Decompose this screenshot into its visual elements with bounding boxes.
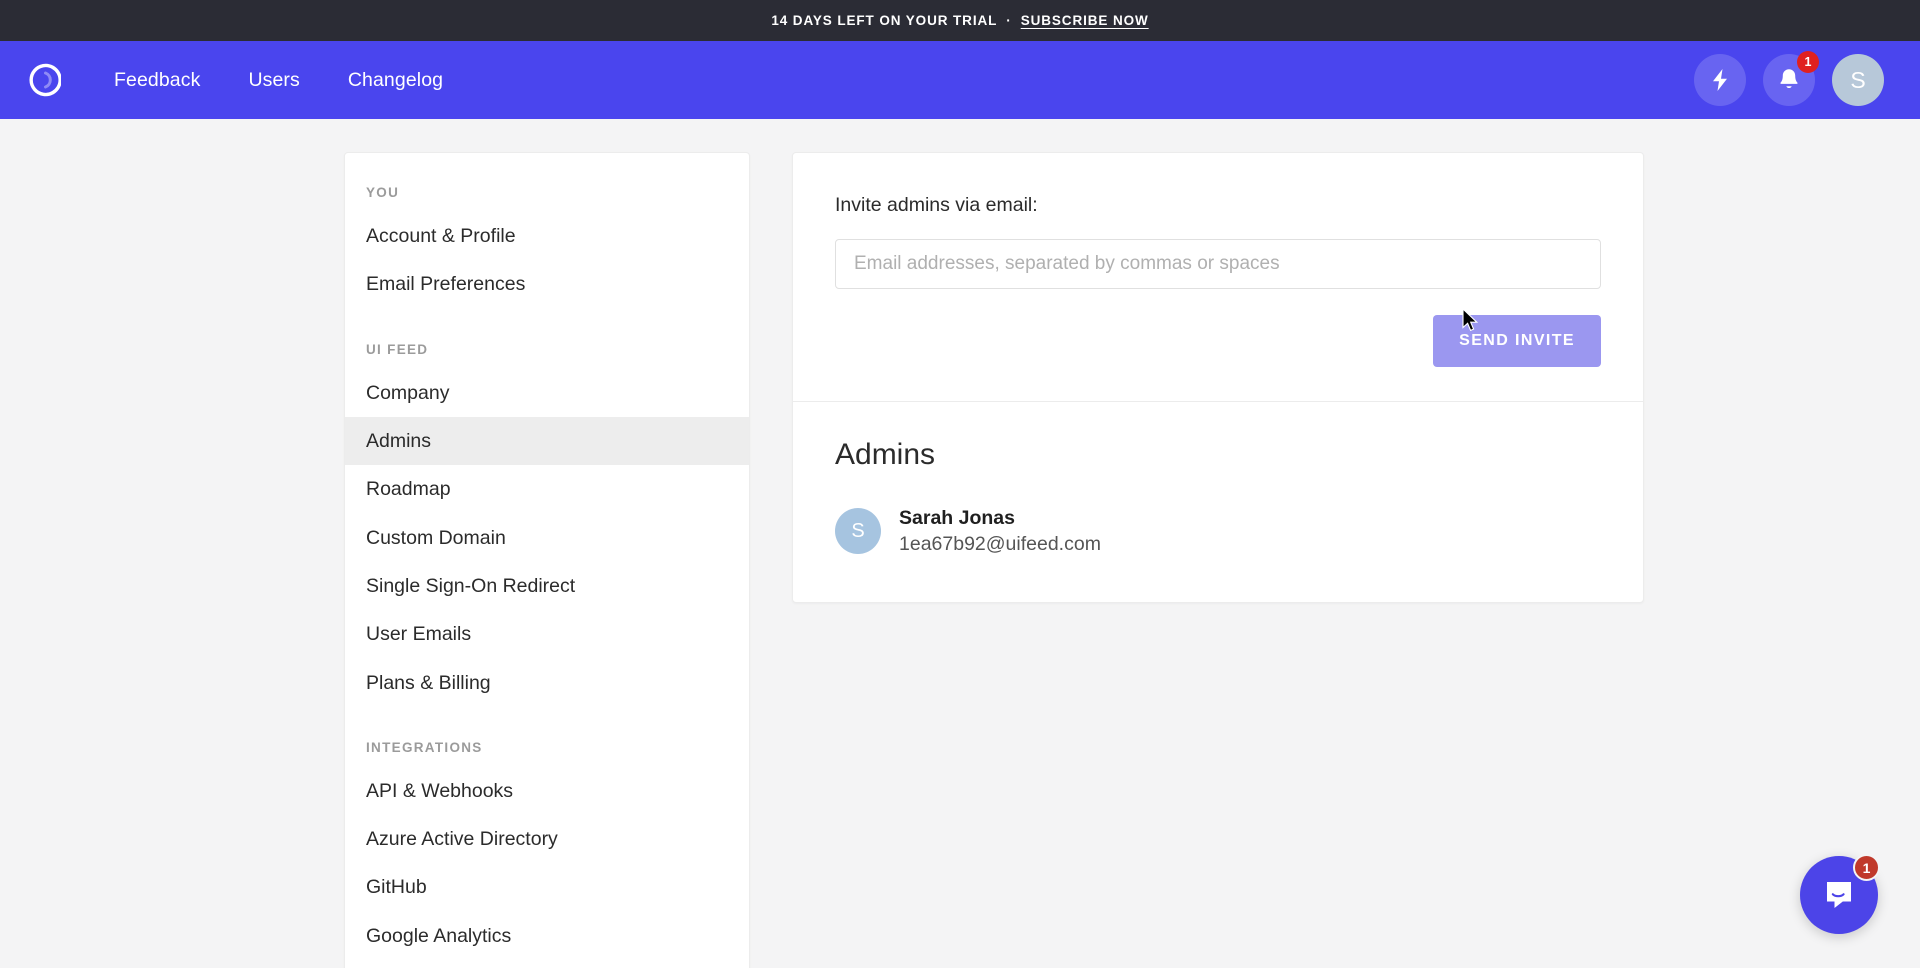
user-avatar[interactable]: S: [1832, 54, 1884, 106]
trial-banner-separator: ·: [1006, 13, 1011, 28]
admins-list-section: Admins S Sarah Jonas 1ea67b92@uifeed.com: [793, 402, 1643, 602]
sidebar-item-company[interactable]: Company: [345, 369, 749, 417]
sidebar-item-roadmap[interactable]: Roadmap: [345, 465, 749, 513]
admin-avatar-initial: S: [851, 520, 864, 543]
settings-sidebar: YOU Account & Profile Email Preferences …: [344, 152, 750, 968]
sidebar-item-email-preferences[interactable]: Email Preferences: [345, 260, 749, 308]
invite-email-input[interactable]: [835, 239, 1601, 289]
notifications-badge: 1: [1797, 51, 1819, 73]
user-avatar-initial: S: [1850, 67, 1865, 94]
trial-banner-text: 14 DAYS LEFT ON YOUR TRIAL: [771, 13, 997, 28]
lightning-bolt-icon: [1710, 68, 1730, 92]
sidebar-item-github[interactable]: GitHub: [345, 863, 749, 911]
invite-actions: SEND INVITE: [835, 315, 1601, 367]
admin-details: Sarah Jonas 1ea67b92@uifeed.com: [899, 505, 1101, 558]
admin-email: 1ea67b92@uifeed.com: [899, 531, 1101, 557]
sidebar-item-plans-billing[interactable]: Plans & Billing: [345, 659, 749, 707]
admin-list-item[interactable]: S Sarah Jonas 1ea67b92@uifeed.com: [835, 505, 1601, 558]
admin-name: Sarah Jonas: [899, 505, 1101, 531]
lightning-bolt-button[interactable]: [1694, 54, 1746, 106]
admins-heading: Admins: [835, 438, 1601, 472]
subscribe-now-link[interactable]: SUBSCRIBE NOW: [1021, 13, 1149, 28]
sidebar-item-account-profile[interactable]: Account & Profile: [345, 212, 749, 260]
admins-settings-card: Invite admins via email: SEND INVITE Adm…: [792, 152, 1644, 603]
primary-nav-links: Feedback Users Changelog: [114, 69, 443, 92]
notifications-button[interactable]: 1: [1763, 54, 1815, 106]
sidebar-group-title-ui-feed: UI FEED: [345, 309, 749, 369]
sidebar-item-admins[interactable]: Admins: [345, 417, 749, 465]
nav-link-feedback[interactable]: Feedback: [114, 69, 200, 92]
sidebar-item-user-emails[interactable]: User Emails: [345, 610, 749, 658]
sidebar-item-azure-active-directory[interactable]: Azure Active Directory: [345, 815, 749, 863]
page-body: YOU Account & Profile Email Preferences …: [0, 119, 1920, 968]
intercom-unread-badge: 1: [1853, 854, 1880, 881]
content-wrapper: YOU Account & Profile Email Preferences …: [344, 152, 1576, 968]
trial-banner: 14 DAYS LEFT ON YOUR TRIAL · SUBSCRIBE N…: [0, 0, 1920, 41]
sidebar-group-title-integrations: INTEGRATIONS: [345, 707, 749, 767]
send-invite-button[interactable]: SEND INVITE: [1433, 315, 1601, 367]
nav-link-changelog[interactable]: Changelog: [348, 69, 443, 92]
intercom-messenger-button[interactable]: 1: [1800, 856, 1878, 934]
sidebar-item-single-sign-on-redirect[interactable]: Single Sign-On Redirect: [345, 562, 749, 610]
nav-actions: 1 S: [1694, 54, 1884, 106]
sidebar-item-custom-domain[interactable]: Custom Domain: [345, 514, 749, 562]
nav-link-users[interactable]: Users: [248, 69, 299, 92]
admin-avatar: S: [835, 508, 881, 554]
invite-admins-section: Invite admins via email: SEND INVITE: [793, 153, 1643, 401]
sidebar-item-api-webhooks[interactable]: API & Webhooks: [345, 767, 749, 815]
top-navigation-bar: Feedback Users Changelog 1 S: [0, 41, 1920, 119]
invite-admins-label: Invite admins via email:: [835, 194, 1601, 217]
sidebar-item-google-analytics[interactable]: Google Analytics: [345, 912, 749, 960]
bell-icon: [1777, 67, 1801, 93]
intercom-chat-icon: [1821, 877, 1857, 913]
sidebar-group-title-you: YOU: [345, 175, 749, 212]
canny-logo-icon[interactable]: [18, 56, 66, 104]
